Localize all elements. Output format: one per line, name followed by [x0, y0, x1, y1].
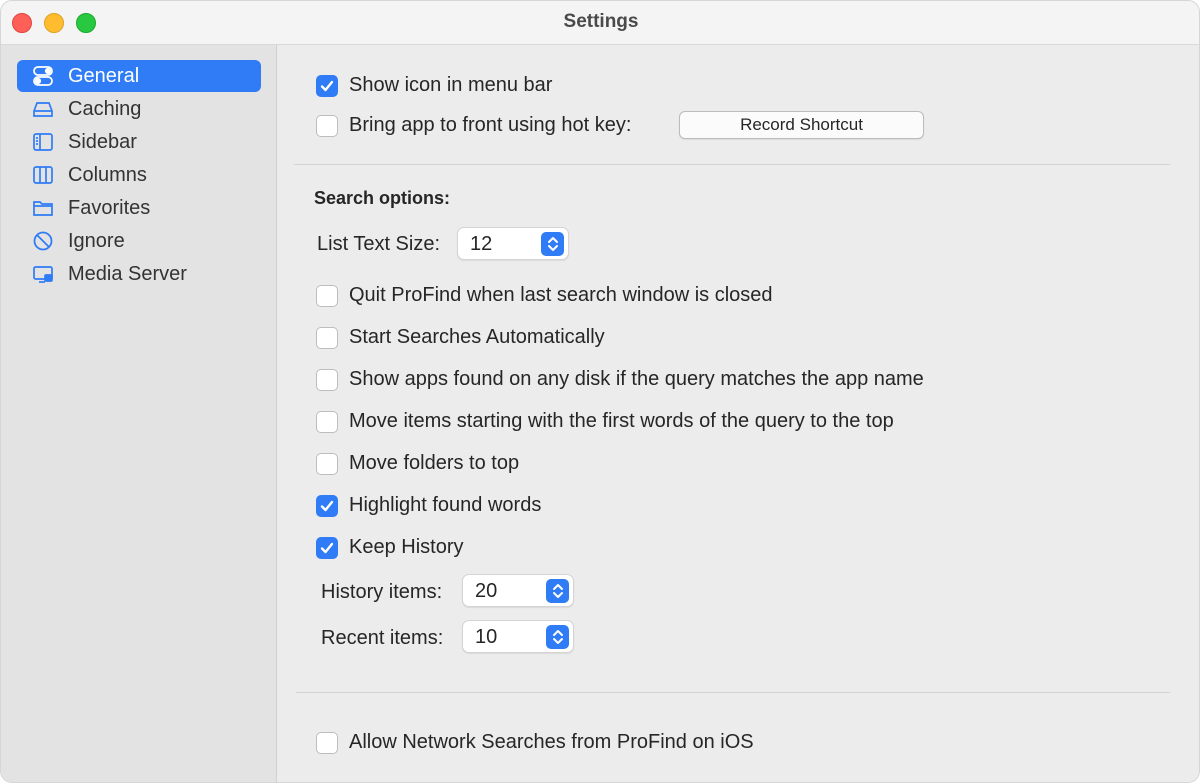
option-label: Allow Network Searches from ProFind on i…: [349, 731, 754, 753]
show-icon-menu-bar-checkbox[interactable]: [316, 74, 338, 97]
option-quit-last-window[interactable]: Quit ProFind when last search window is …: [316, 284, 773, 307]
option-move-folders-top[interactable]: Move folders to top: [316, 452, 519, 475]
sidebar-item-label: Caching: [68, 97, 142, 120]
sidebar-item-label: General: [68, 64, 140, 87]
sidebar-item-ignore[interactable]: Ignore: [17, 225, 261, 257]
display-icon: [31, 262, 55, 286]
stepper-arrows-icon[interactable]: [541, 232, 564, 256]
stepper-value: 12: [470, 233, 493, 255]
sidebar-item-label: Ignore: [68, 229, 125, 252]
option-start-searches-automatically[interactable]: Start Searches Automatically: [316, 326, 605, 349]
stepper-arrows-icon[interactable]: [546, 579, 569, 603]
recent-items-label: Recent items:: [321, 627, 444, 649]
list-text-size-stepper[interactable]: 12: [457, 227, 569, 260]
option-label: Show apps found on any disk if the query…: [349, 368, 924, 390]
show-apps-any-disk-checkbox[interactable]: [316, 368, 338, 391]
sidebar-item-label: Columns: [68, 163, 147, 186]
option-highlight-found-words[interactable]: Highlight found words: [316, 494, 541, 517]
recent-items-stepper[interactable]: 10: [462, 620, 574, 653]
sidebar-item-label: Sidebar: [68, 130, 137, 153]
move-folders-checkbox[interactable]: [316, 452, 338, 475]
divider: [294, 164, 1170, 165]
option-label: Bring app to front using hot key:: [349, 114, 632, 136]
quit-last-window-checkbox[interactable]: [316, 284, 338, 307]
highlight-found-words-checkbox[interactable]: [316, 494, 338, 517]
allow-network-searches-checkbox[interactable]: [316, 731, 338, 754]
bring-app-front-option[interactable]: Bring app to front using hot key:: [316, 114, 631, 137]
stepper-value: 20: [475, 580, 498, 602]
sidebar-item-caching[interactable]: Caching: [17, 93, 261, 125]
title-bar: Settings: [1, 1, 1199, 45]
keep-history-checkbox[interactable]: [316, 536, 338, 559]
divider: [296, 692, 1170, 693]
drive-icon: [31, 97, 55, 121]
sidebar-item-favorites[interactable]: Favorites: [17, 192, 261, 224]
stepper-value: 10: [475, 626, 498, 648]
option-label: Highlight found words: [349, 494, 542, 516]
bring-app-front-checkbox[interactable]: [316, 114, 338, 137]
list-text-size-label: List Text Size:: [317, 233, 441, 255]
folder-icon: [31, 196, 55, 220]
prohibit-icon: [31, 229, 55, 253]
settings-window: Settings General Caching Sidebar Columns…: [0, 0, 1200, 783]
option-label: Quit ProFind when last search window is …: [349, 284, 773, 306]
option-label: Keep History: [349, 536, 464, 558]
general-settings-pane: Show icon in menu bar Bring app to front…: [278, 45, 1199, 782]
sidebar-item-label: Favorites: [68, 196, 151, 219]
columns-icon: [31, 163, 55, 187]
record-shortcut-button[interactable]: Record Shortcut: [679, 111, 924, 139]
start-searches-checkbox[interactable]: [316, 326, 338, 349]
search-options-heading: Search options:: [314, 188, 451, 208]
option-show-apps-any-disk[interactable]: Show apps found on any disk if the query…: [316, 368, 924, 391]
sidebar-item-label: Media Server: [68, 262, 187, 285]
option-keep-history[interactable]: Keep History: [316, 536, 464, 559]
sidebar-item-general[interactable]: General: [17, 60, 261, 92]
option-label: Start Searches Automatically: [349, 326, 605, 348]
stepper-arrows-icon[interactable]: [546, 625, 569, 649]
option-label: Move items starting with the first words…: [349, 410, 894, 432]
option-label: Move folders to top: [349, 452, 520, 474]
history-items-label: History items:: [321, 581, 443, 603]
option-move-first-words-top[interactable]: Move items starting with the first words…: [316, 410, 894, 433]
show-icon-menu-bar-option[interactable]: Show icon in menu bar: [316, 74, 552, 97]
sidebar-item-columns[interactable]: Columns: [17, 159, 261, 191]
sidebar-item-media-server[interactable]: Media Server: [17, 258, 261, 290]
option-allow-network-searches[interactable]: Allow Network Searches from ProFind on i…: [316, 731, 754, 754]
sidebar-icon: [31, 130, 55, 154]
toggles-icon: [31, 64, 55, 88]
window-title: Settings: [563, 11, 639, 32]
history-items-stepper[interactable]: 20: [462, 574, 574, 607]
sidebar: General Caching Sidebar Columns Favorite…: [1, 45, 277, 782]
option-label: Show icon in menu bar: [349, 74, 553, 96]
sidebar-item-sidebar[interactable]: Sidebar: [17, 126, 261, 158]
move-first-words-checkbox[interactable]: [316, 410, 338, 433]
